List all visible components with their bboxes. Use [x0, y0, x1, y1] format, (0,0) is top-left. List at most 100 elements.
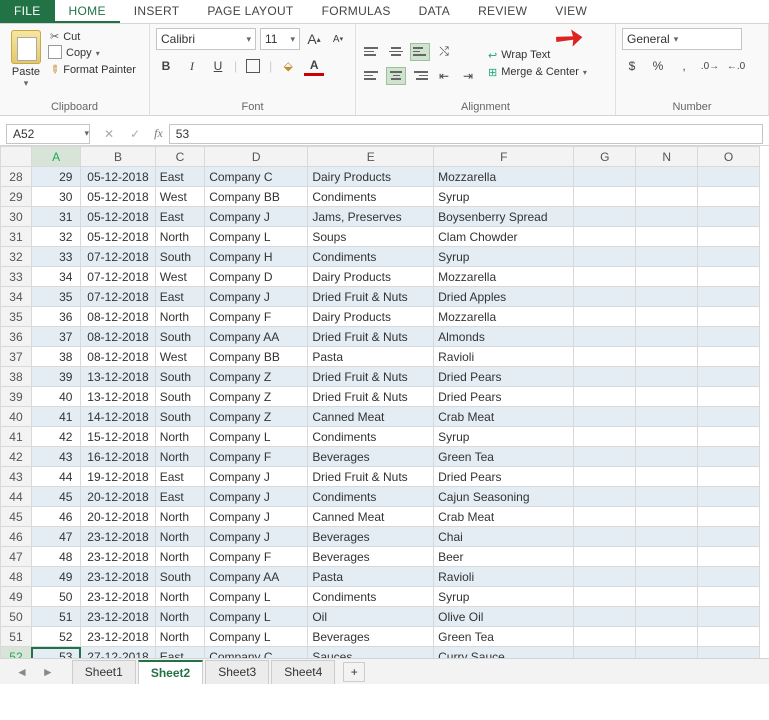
cell-C45[interactable]: North — [155, 507, 205, 527]
cell-O37[interactable] — [698, 347, 760, 367]
cell-B32[interactable]: 07-12-2018 — [81, 247, 155, 267]
cell-E38[interactable]: Dried Fruit & Nuts — [308, 367, 434, 387]
currency-button[interactable]: $ — [622, 56, 642, 76]
align-left-button[interactable] — [362, 67, 382, 85]
cell-G52[interactable] — [574, 647, 636, 659]
column-header-O[interactable]: O — [698, 147, 760, 167]
column-header-D[interactable]: D — [205, 147, 308, 167]
cell-F39[interactable]: Dried Pears — [434, 387, 574, 407]
cell-D29[interactable]: Company BB — [205, 187, 308, 207]
cell-B28[interactable]: 05-12-2018 — [81, 167, 155, 187]
cell-N32[interactable] — [636, 247, 698, 267]
cell-G40[interactable] — [574, 407, 636, 427]
cell-F36[interactable]: Almonds — [434, 327, 574, 347]
cell-F47[interactable]: Beer — [434, 547, 574, 567]
cell-N52[interactable] — [636, 647, 698, 659]
cell-E43[interactable]: Dried Fruit & Nuts — [308, 467, 434, 487]
cell-F43[interactable]: Dried Pears — [434, 467, 574, 487]
fx-icon[interactable]: fx — [154, 126, 163, 141]
cell-E44[interactable]: Condiments — [308, 487, 434, 507]
cell-G39[interactable] — [574, 387, 636, 407]
cell-N34[interactable] — [636, 287, 698, 307]
cell-G38[interactable] — [574, 367, 636, 387]
row-header-52[interactable]: 52 — [1, 647, 32, 659]
row-header-32[interactable]: 32 — [1, 247, 32, 267]
cell-F41[interactable]: Syrup — [434, 427, 574, 447]
select-all-corner[interactable] — [1, 147, 32, 167]
cell-A32[interactable]: 33 — [31, 247, 81, 267]
cell-A37[interactable]: 38 — [31, 347, 81, 367]
cell-E31[interactable]: Soups — [308, 227, 434, 247]
tab-home[interactable]: HOME — [55, 0, 120, 23]
cell-C35[interactable]: North — [155, 307, 205, 327]
cell-C43[interactable]: East — [155, 467, 205, 487]
cell-O43[interactable] — [698, 467, 760, 487]
row-header-46[interactable]: 46 — [1, 527, 32, 547]
name-box[interactable]: A52 — [6, 124, 90, 144]
row-header-36[interactable]: 36 — [1, 327, 32, 347]
enter-icon[interactable]: ✓ — [130, 127, 140, 141]
cell-A35[interactable]: 36 — [31, 307, 81, 327]
cell-D28[interactable]: Company C — [205, 167, 308, 187]
cell-N37[interactable] — [636, 347, 698, 367]
cell-D39[interactable]: Company Z — [205, 387, 308, 407]
cell-A36[interactable]: 37 — [31, 327, 81, 347]
cell-O29[interactable] — [698, 187, 760, 207]
cell-A42[interactable]: 43 — [31, 447, 81, 467]
cell-A46[interactable]: 47 — [31, 527, 81, 547]
cell-E34[interactable]: Dried Fruit & Nuts — [308, 287, 434, 307]
cell-E32[interactable]: Condiments — [308, 247, 434, 267]
cell-C50[interactable]: North — [155, 607, 205, 627]
cell-C31[interactable]: North — [155, 227, 205, 247]
cell-C37[interactable]: West — [155, 347, 205, 367]
row-header-51[interactable]: 51 — [1, 627, 32, 647]
column-header-G[interactable]: G — [574, 147, 636, 167]
comma-button[interactable]: , — [674, 56, 694, 76]
orientation-button[interactable]: ⤭ — [434, 42, 454, 62]
increase-font-icon[interactable]: A▴ — [304, 29, 324, 49]
cell-A51[interactable]: 52 — [31, 627, 81, 647]
column-header-B[interactable]: B — [81, 147, 155, 167]
cell-G47[interactable] — [574, 547, 636, 567]
cell-O46[interactable] — [698, 527, 760, 547]
cell-A28[interactable]: 29 — [31, 167, 81, 187]
cell-A38[interactable]: 39 — [31, 367, 81, 387]
font-color-button[interactable]: A — [304, 56, 324, 76]
cell-E28[interactable]: Dairy Products — [308, 167, 434, 187]
cell-E42[interactable]: Beverages — [308, 447, 434, 467]
cell-F46[interactable]: Chai — [434, 527, 574, 547]
border-button[interactable] — [243, 56, 263, 76]
cell-N43[interactable] — [636, 467, 698, 487]
cell-B43[interactable]: 19-12-2018 — [81, 467, 155, 487]
cell-O45[interactable] — [698, 507, 760, 527]
cell-E29[interactable]: Condiments — [308, 187, 434, 207]
cell-D40[interactable]: Company Z — [205, 407, 308, 427]
sheet-tab-sheet4[interactable]: Sheet4 — [271, 660, 335, 684]
cell-C32[interactable]: South — [155, 247, 205, 267]
cell-G43[interactable] — [574, 467, 636, 487]
tab-insert[interactable]: INSERT — [120, 0, 194, 23]
cell-E41[interactable]: Condiments — [308, 427, 434, 447]
paste-button[interactable]: Paste ▾ — [6, 28, 46, 89]
formula-input[interactable]: 53 — [169, 124, 763, 144]
cell-O49[interactable] — [698, 587, 760, 607]
row-header-43[interactable]: 43 — [1, 467, 32, 487]
cell-G37[interactable] — [574, 347, 636, 367]
cell-A50[interactable]: 51 — [31, 607, 81, 627]
cell-A49[interactable]: 50 — [31, 587, 81, 607]
cell-A52[interactable]: 53 — [31, 647, 81, 659]
align-middle-button[interactable] — [386, 43, 406, 61]
cell-A43[interactable]: 44 — [31, 467, 81, 487]
cell-D48[interactable]: Company AA — [205, 567, 308, 587]
row-header-38[interactable]: 38 — [1, 367, 32, 387]
row-header-31[interactable]: 31 — [1, 227, 32, 247]
cell-N51[interactable] — [636, 627, 698, 647]
number-format-select[interactable]: General — [622, 28, 742, 50]
cell-O50[interactable] — [698, 607, 760, 627]
cell-E52[interactable]: Sauces — [308, 647, 434, 659]
cell-A39[interactable]: 40 — [31, 387, 81, 407]
cancel-icon[interactable]: ✕ — [104, 127, 114, 141]
cell-O48[interactable] — [698, 567, 760, 587]
cell-F31[interactable]: Clam Chowder — [434, 227, 574, 247]
align-top-button[interactable] — [362, 43, 382, 61]
